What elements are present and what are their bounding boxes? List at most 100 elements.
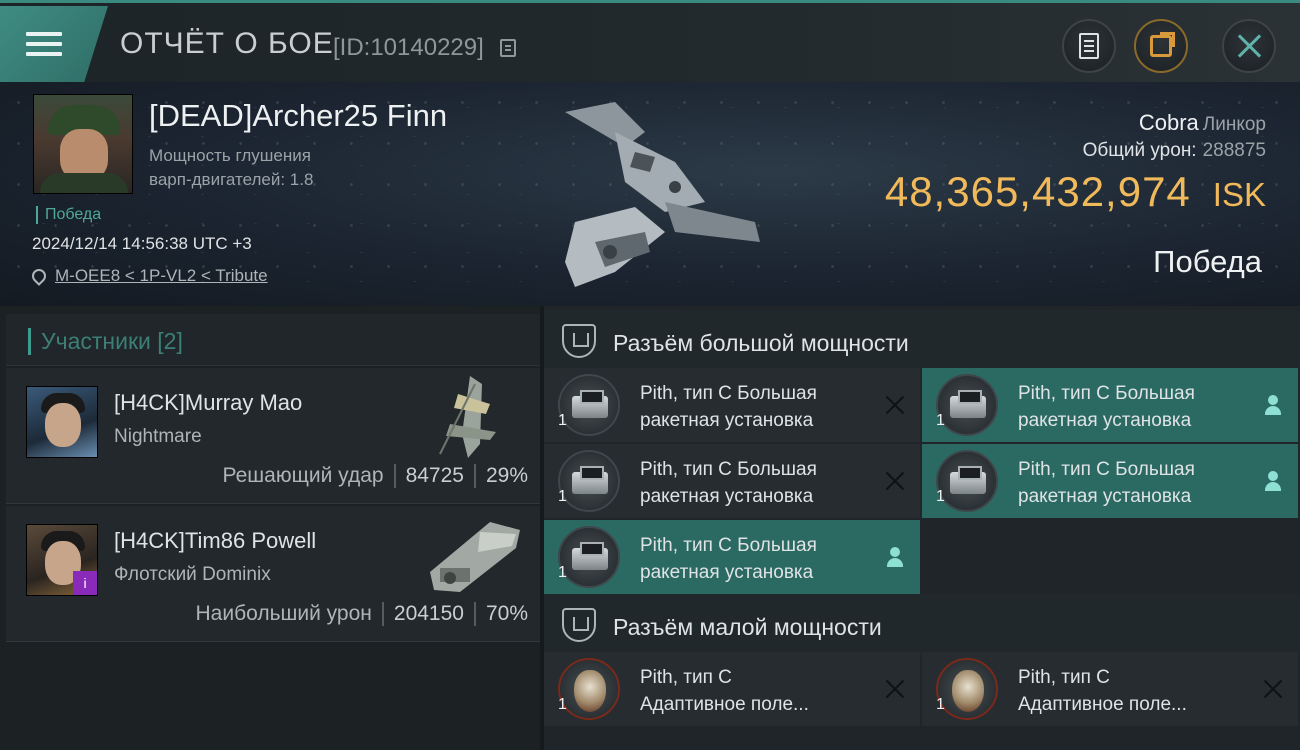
slot-icon	[562, 608, 596, 642]
close-icon	[1236, 33, 1262, 59]
module-item[interactable]: 1 Pith, тип C Адаптивное поле...	[922, 652, 1298, 726]
module-name-line2: ракетная установка	[1018, 486, 1192, 507]
module-qty: 1	[558, 412, 567, 429]
participants-header[interactable]: Участники [2]	[6, 314, 540, 366]
module-name: Pith, тип C Большая ракетная установка	[1018, 380, 1253, 434]
victim-portrait[interactable]	[33, 94, 133, 194]
result-tag: Победа	[36, 206, 101, 224]
report-button[interactable]	[1062, 19, 1116, 73]
info-badge-icon[interactable]: i	[73, 571, 97, 595]
stat-divider	[393, 464, 396, 488]
module-name: Pith, тип C Адаптивное поле...	[640, 664, 875, 718]
module-name: Pith, тип C Большая ракетная установка	[1018, 456, 1253, 510]
participant-card[interactable]: [H4CK]Murray Mao Nightmare Решающий удар…	[6, 368, 540, 504]
isk-amount: 48,365,432,974	[884, 168, 1191, 215]
module-name: Pith, тип C Большая ракетная установка	[640, 380, 875, 434]
launcher-icon	[936, 450, 998, 512]
location-pin-icon	[29, 266, 49, 286]
victim-ship-class: Линкор	[1202, 114, 1266, 135]
module-item[interactable]: 1 Pith, тип C Большая ракетная установка	[922, 444, 1298, 518]
module-item[interactable]: 1 Pith, тип C Большая ракетная установка	[544, 520, 920, 594]
high-slot-title: Разъём большой мощности	[613, 330, 909, 356]
victim-name[interactable]: [DEAD]Archer25 Finn	[149, 98, 447, 134]
module-name-line1: Pith, тип C Большая	[1018, 459, 1195, 480]
module-name-line1: Pith, тип C Большая	[1018, 383, 1195, 404]
participant-stats: Решающий удар 84725 29%	[223, 464, 528, 488]
kill-location[interactable]: M-OEE8 < 1P-VL2 < Tribute	[29, 266, 268, 286]
participant-percent: 29%	[485, 464, 528, 487]
module-name-line1: Pith, тип C Большая	[640, 459, 817, 480]
menu-button[interactable]	[0, 6, 108, 82]
victim-ship-image	[565, 102, 760, 287]
total-damage-label: Общий урон:	[1082, 140, 1197, 161]
dropped-icon	[884, 546, 906, 568]
module-qty: 1	[936, 696, 945, 713]
battle-result: Победа	[1153, 244, 1262, 279]
module-name: Pith, тип C Большая ракетная установка	[640, 456, 875, 510]
menu-icon	[26, 26, 62, 62]
participant-damage: 84725	[405, 464, 464, 487]
module-name-line1: Pith, тип C	[1018, 667, 1110, 688]
participant-card[interactable]: i [H4CK]Tim86 Powell Флотский Dominix На…	[6, 506, 540, 642]
module-item[interactable]: 1 Pith, тип C Большая ракетная установка	[544, 444, 920, 518]
shield-module-icon	[936, 658, 998, 720]
module-name-line1: Pith, тип C Большая	[640, 535, 817, 556]
participant-ship: Nightmare	[114, 426, 202, 447]
stat-divider	[381, 602, 384, 626]
dropped-icon	[1262, 394, 1284, 416]
participant-name: [H4CK]Tim86 Powell	[114, 528, 317, 553]
participant-percent: 70%	[485, 602, 528, 625]
module-name-line2: ракетная установка	[640, 562, 814, 583]
module-item[interactable]: 1 Pith, тип C Большая ракетная установка	[544, 368, 920, 442]
module-name-line1: Pith, тип C	[640, 667, 732, 688]
participants-panel: Участники [2] [H4CK]Murray Mao Nightmare…	[0, 306, 540, 750]
victim-stat-line2: варп-двигателей: 1.8	[149, 170, 314, 189]
victim-ship-name: Cobra	[1138, 110, 1199, 135]
location-link[interactable]: M-OEE8 < 1P-VL2 < Tribute	[55, 266, 268, 286]
victim-ship[interactable]: Cobra Линкор	[1139, 110, 1266, 136]
launcher-icon	[936, 374, 998, 436]
module-qty: 1	[558, 696, 567, 713]
avatar[interactable]: i	[26, 524, 98, 596]
top-bar: ОТЧЁТ О БОЕ [ID:10140229]	[0, 0, 1300, 82]
isk-currency: ISK	[1212, 176, 1266, 213]
module-name-line2: ракетная установка	[1018, 410, 1192, 431]
module-item[interactable]: 1 Pith, тип C Большая ракетная установка	[922, 368, 1298, 442]
isk-value: 48,365,432,974 ISK	[885, 168, 1266, 216]
module-item[interactable]: 1 Pith, тип C Адаптивное поле...	[544, 652, 920, 726]
close-button[interactable]	[1222, 19, 1276, 73]
kill-datetime: 2024/12/14 14:56:38 UTC +3	[32, 234, 252, 253]
launcher-icon	[558, 374, 620, 436]
low-slot-header: Разъём малой мощности	[544, 594, 1300, 656]
participants-title: Участники [2]	[28, 328, 183, 355]
participant-damage: 204150	[393, 602, 464, 625]
slot-icon	[562, 324, 596, 358]
participant-ship-image	[439, 376, 496, 458]
module-qty: 1	[936, 488, 945, 505]
victim-stat: Мощность глушения варп-двигателей: 1.8	[149, 144, 313, 192]
fitting-panel: Разъём большой мощности 1 Pith, тип C Бо…	[544, 306, 1300, 750]
high-slot-header: Разъём большой мощности	[544, 310, 1300, 372]
launcher-icon	[558, 526, 620, 588]
stat-divider	[473, 464, 476, 488]
participant-name: [H4CK]Murray Mao	[114, 390, 303, 415]
destroyed-icon	[884, 394, 906, 416]
avatar[interactable]	[26, 386, 98, 458]
module-qty: 1	[558, 564, 567, 581]
module-name-line1: Pith, тип C Большая	[640, 383, 817, 404]
dropped-icon	[1262, 470, 1284, 492]
copy-icon[interactable]	[500, 39, 516, 57]
destroyed-icon	[1262, 678, 1284, 700]
participant-ship: Флотский Dominix	[114, 564, 271, 585]
report-icon	[1079, 33, 1099, 59]
destroyed-icon	[884, 678, 906, 700]
launcher-icon	[558, 450, 620, 512]
total-damage: Общий урон: 288875	[1083, 140, 1266, 162]
module-name: Pith, тип C Адаптивное поле...	[1018, 664, 1253, 718]
participant-ship-image	[430, 522, 520, 592]
total-damage-value: 288875	[1202, 140, 1266, 161]
module-name-line2: Адаптивное поле...	[640, 694, 809, 715]
victim-stat-line1: Мощность глушения	[149, 146, 311, 165]
share-button[interactable]	[1134, 19, 1188, 73]
victim-summary: [DEAD]Archer25 Finn Мощность глушения ва…	[0, 82, 1300, 306]
